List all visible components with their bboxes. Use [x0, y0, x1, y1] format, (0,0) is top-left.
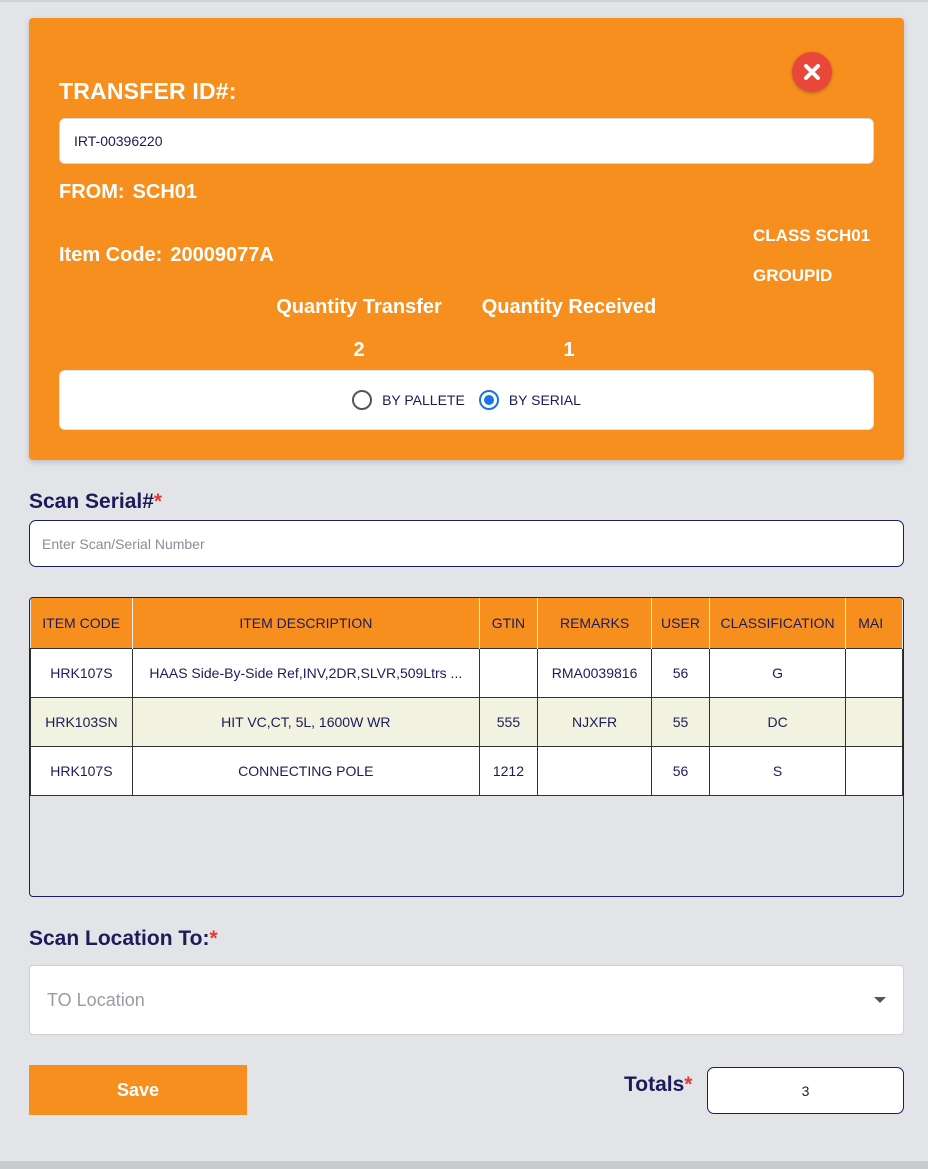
- table-row[interactable]: HRK107S HAAS Side-By-Side Ref,INV,2DR,SL…: [30, 647, 903, 698]
- quantity-received-value: 1: [563, 339, 575, 361]
- item-code-label: Item Code:: [59, 244, 163, 266]
- column-header-classification[interactable]: CLASSIFICATION: [709, 598, 847, 648]
- column-header-remarks[interactable]: REMARKS: [537, 598, 653, 648]
- cell-item-code: HRK107S: [30, 647, 133, 698]
- window-bottom-border: [0, 1161, 928, 1169]
- scan-serial-input[interactable]: [29, 520, 904, 567]
- cell-item-description: HIT VC,CT, 5L, 1600W WR: [131, 696, 480, 747]
- group-id-text: GROUPID: [753, 266, 833, 285]
- radio-by-serial-circle[interactable]: [478, 390, 499, 410]
- cell-remarks: NJXFR: [537, 696, 653, 747]
- required-mark: *: [153, 490, 163, 513]
- window-top-border: [0, 0, 928, 2]
- cell-item-description: HAAS Side-By-Side Ref,INV,2DR,SLVR,509Lt…: [131, 647, 480, 698]
- from-label: FROM:: [59, 181, 125, 203]
- table-row[interactable]: HRK103SN HIT VC,CT, 5L, 1600W WR 555 NJX…: [30, 696, 903, 747]
- cell-classification: DC: [708, 696, 847, 747]
- totals-label: Totals*: [624, 1073, 692, 1097]
- column-header-gtin[interactable]: GTIN: [479, 598, 539, 648]
- save-button[interactable]: Save: [29, 1065, 247, 1115]
- cell-gtin: [478, 647, 539, 698]
- cell-classification: G: [708, 647, 847, 698]
- from-row: FROM: SCH01: [59, 181, 197, 204]
- transfer-mode-group: BY PALLETE BY SERIAL: [59, 370, 874, 430]
- quantity-received: Quantity Received 1: [474, 296, 664, 362]
- scan-serial-label-text: Scan Serial#: [29, 490, 154, 513]
- cell-mai: [845, 696, 903, 747]
- required-mark: *: [684, 1073, 693, 1096]
- quantity-transfer-value: 2: [353, 339, 365, 361]
- scan-location-label: Scan Location To:*: [29, 926, 218, 948]
- item-code-row: Item Code: 20009077A: [59, 244, 274, 267]
- radio-by-pallete-label: BY PALLETE: [382, 392, 465, 408]
- item-code-value: 20009077A: [170, 244, 274, 266]
- transfer-id-input[interactable]: [59, 118, 874, 164]
- radio-by-pallete-circle[interactable]: [352, 390, 373, 410]
- quantity-transfer: Quantity Transfer 2: [266, 296, 452, 362]
- quantity-transfer-label: Quantity Transfer: [276, 296, 442, 318]
- caret-down-icon[interactable]: [874, 997, 886, 1003]
- to-location-select[interactable]: TO Location: [29, 965, 904, 1035]
- radio-by-serial[interactable]: BY SERIAL: [478, 390, 581, 410]
- cell-gtin: 1212: [478, 745, 539, 796]
- cell-remarks: [537, 745, 653, 796]
- scan-location-label-text: Scan Location To:: [29, 927, 210, 948]
- to-location-placeholder: TO Location: [47, 989, 145, 1010]
- cell-mai: [845, 745, 903, 796]
- cell-gtin: 555: [478, 696, 539, 747]
- scan-serial-label: Scan Serial#*: [29, 490, 162, 514]
- cell-user: 55: [651, 696, 710, 747]
- totals-label-text: Totals: [624, 1073, 685, 1096]
- items-table-container: ITEM CODE ITEM DESCRIPTION GTIN REMARKS …: [29, 597, 904, 897]
- cell-classification: S: [708, 745, 847, 796]
- cell-item-description: CONNECTING POLE: [131, 745, 480, 796]
- from-value: SCH01: [132, 181, 198, 203]
- cell-item-code: HRK107S: [30, 745, 133, 796]
- column-header-item-code[interactable]: ITEM CODE: [30, 598, 133, 648]
- transfer-id-label: TRANSFER ID#:: [59, 78, 237, 104]
- cell-user: 56: [651, 647, 710, 698]
- table-row[interactable]: HRK107S CONNECTING POLE 1212 56 S: [30, 745, 903, 796]
- items-table: ITEM CODE ITEM DESCRIPTION GTIN REMARKS …: [30, 598, 903, 796]
- close-button[interactable]: [792, 52, 832, 92]
- radio-by-pallete[interactable]: BY PALLETE: [352, 390, 465, 410]
- cell-user: 56: [651, 745, 710, 796]
- cell-mai: [845, 647, 903, 698]
- column-header-user[interactable]: USER: [651, 598, 710, 648]
- totals-input[interactable]: [707, 1067, 904, 1114]
- class-text: CLASS SCH01: [753, 226, 871, 245]
- quantity-received-label: Quantity Received: [481, 296, 657, 318]
- close-icon: [804, 64, 820, 80]
- column-header-item-description[interactable]: ITEM DESCRIPTION: [132, 598, 480, 648]
- required-mark: *: [209, 927, 218, 948]
- table-header-row: ITEM CODE ITEM DESCRIPTION GTIN REMARKS …: [30, 598, 903, 648]
- cell-remarks: RMA0039816: [537, 647, 653, 698]
- cell-item-code: HRK103SN: [30, 696, 133, 747]
- transfer-info-card: TRANSFER ID#: FROM: SCH01 Item Code: 20009…: [29, 18, 904, 460]
- radio-by-serial-label: BY SERIAL: [508, 392, 581, 408]
- column-header-mai[interactable]: MAI: [845, 598, 903, 648]
